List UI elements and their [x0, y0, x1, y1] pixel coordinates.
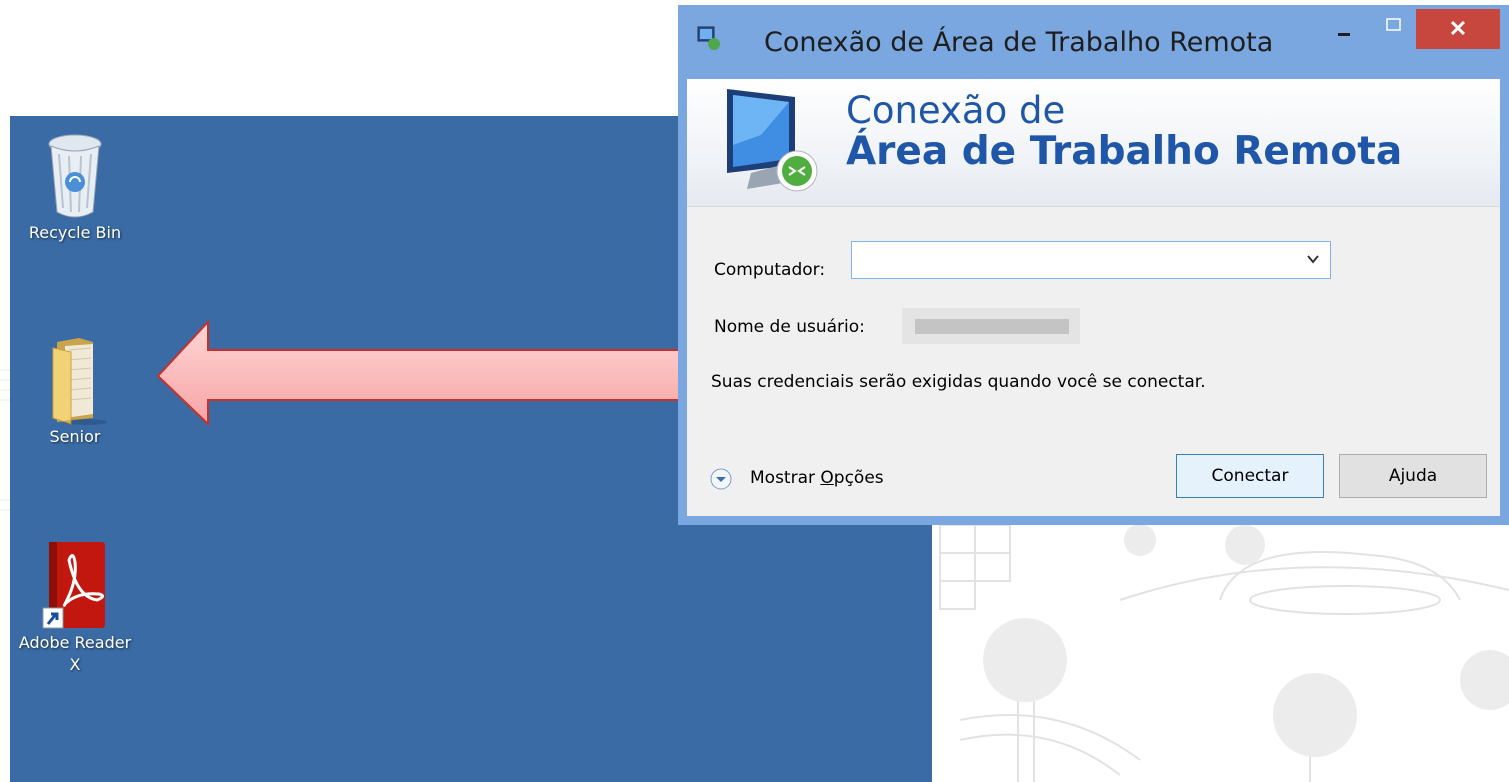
header-banner: Conexão de Área de Trabalho Remota: [687, 79, 1500, 207]
redacted-username: [915, 319, 1069, 334]
expand-options-icon: [710, 468, 732, 490]
shortcut-arrow-icon: [42, 607, 64, 629]
window-title: Conexão de Área de Trabalho Remota: [764, 27, 1274, 58]
desktop-icon-senior-folder[interactable]: Senior: [10, 334, 140, 448]
chevron-down-icon[interactable]: [1306, 252, 1320, 266]
remote-desktop-window: Conexão de Área de Trabalho Remota ✕ Con…: [678, 5, 1509, 525]
username-value: [902, 308, 1080, 344]
folder-icon: [52, 338, 107, 425]
recycle-bin-icon: [48, 134, 102, 218]
desktop-icon-recycle-bin[interactable]: Recycle Bin: [10, 132, 140, 244]
credentials-info-text: Suas credenciais serão exigidas quando v…: [711, 372, 1206, 392]
help-button[interactable]: Ajuda: [1339, 454, 1487, 498]
window-client-area: Conexão de Área de Trabalho Remota Compu…: [687, 79, 1500, 516]
maximize-icon: [1386, 18, 1401, 31]
close-icon: ✕: [1448, 16, 1468, 41]
close-button[interactable]: ✕: [1416, 9, 1500, 49]
remote-desktop-icon: [727, 89, 818, 192]
minimize-icon: [1338, 33, 1350, 36]
computer-combobox[interactable]: [851, 241, 1331, 279]
desktop-icon-label-line2: X: [69, 655, 81, 674]
connect-button[interactable]: Conectar: [1176, 454, 1324, 498]
title-bar[interactable]: Conexão de Área de Trabalho Remota ✕: [678, 5, 1509, 79]
banner-title-line2: Área de Trabalho Remota: [846, 129, 1403, 174]
annotation-arrow: [156, 319, 721, 427]
maximize-button[interactable]: [1371, 9, 1415, 49]
show-options-label: Mostrar Opções: [750, 468, 884, 488]
minimize-button[interactable]: [1322, 9, 1366, 49]
show-options-suffix: pções: [833, 468, 884, 488]
computer-label: Computador:: [714, 260, 826, 280]
show-options-accesskey: O: [820, 468, 834, 488]
desktop-icon-label-line1: Adobe Reader: [18, 633, 132, 652]
show-options-prefix: Mostrar: [750, 468, 821, 488]
remote-desktop-icon: [697, 26, 720, 50]
desktop-icon-label: Senior: [49, 427, 101, 446]
adobe-reader-icon: [42, 542, 105, 629]
username-label: Nome de usuário:: [714, 317, 865, 337]
banner-title-line1: Conexão de: [846, 89, 1066, 132]
desktop-icon-adobe-reader[interactable]: Adobe Reader X: [10, 540, 140, 676]
desktop-icon-label: Recycle Bin: [28, 223, 122, 242]
